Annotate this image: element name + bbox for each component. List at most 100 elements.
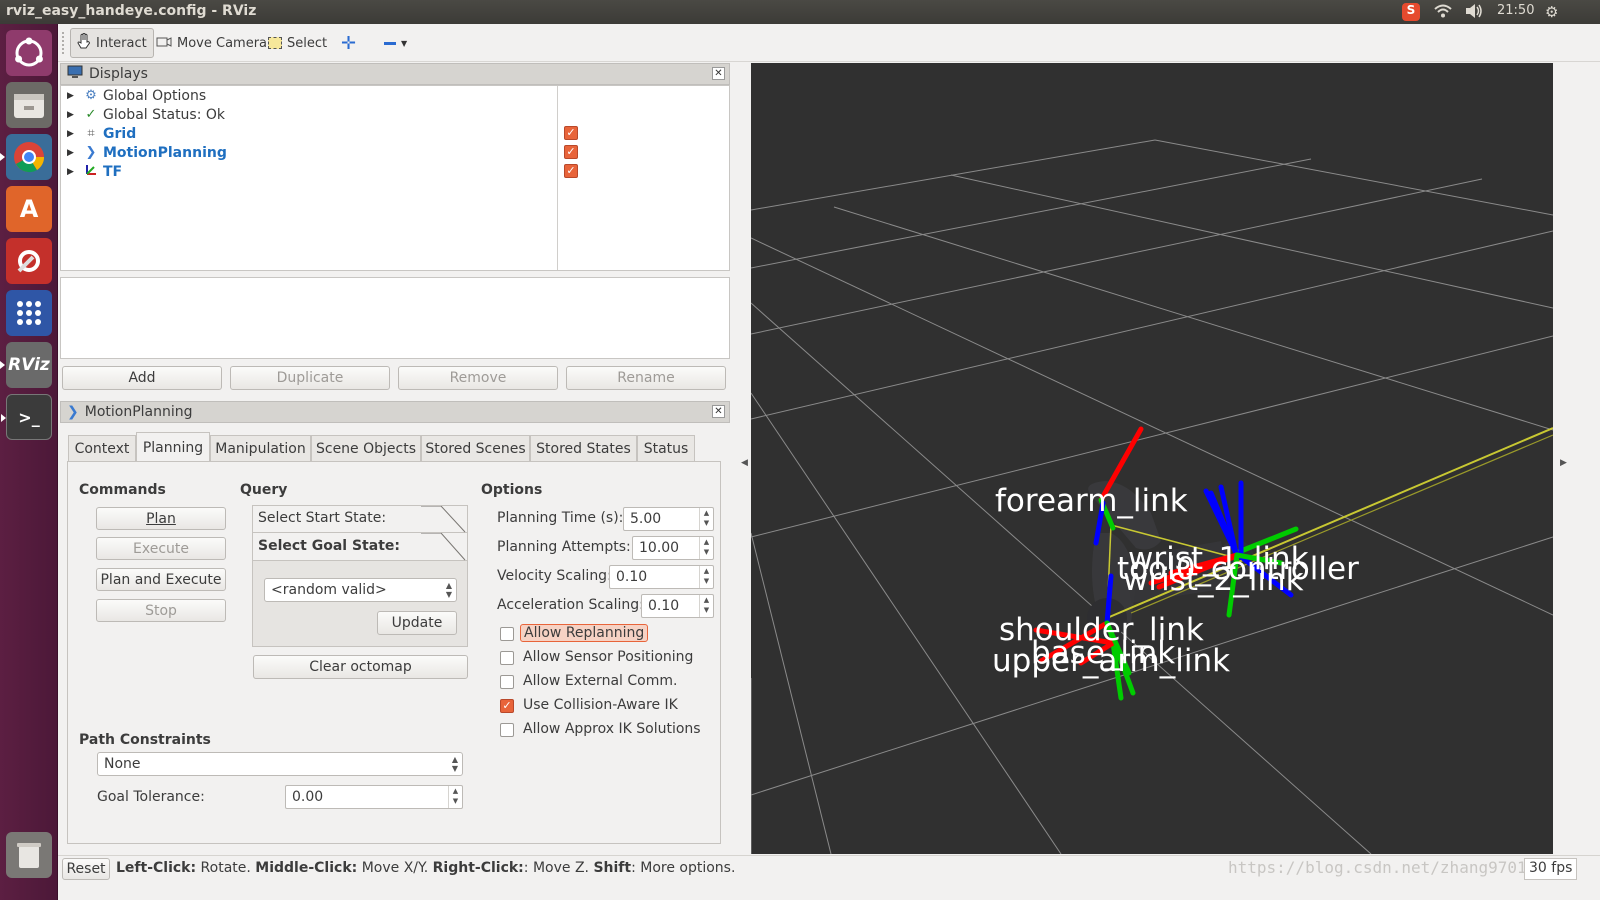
ubuntu-home-icon[interactable]: [6, 30, 52, 76]
reset-button[interactable]: Reset: [62, 858, 110, 880]
goal-tolerance-value: 0.00: [292, 789, 324, 805]
approx-ik-checkbox[interactable]: [500, 723, 514, 737]
acceleration-scaling-input[interactable]: 0.10 ▲ ▼: [641, 594, 714, 618]
chrome-icon[interactable]: [0, 134, 52, 180]
spin-arrows-icon[interactable]: ▲ ▼: [448, 786, 462, 808]
allow-external-comm-checkbox[interactable]: [500, 675, 514, 689]
select-box-icon: [268, 37, 282, 49]
allow-replanning-label[interactable]: Allow Replanning: [520, 624, 649, 642]
tree-item-global-status[interactable]: ▶ ✓ Global Status: Ok: [61, 105, 225, 124]
hint-key: Shift: [593, 860, 632, 876]
frame-label-forearm: forearm_link: [995, 483, 1188, 519]
start-state-label: Select Start State:: [258, 510, 387, 526]
robot-model: [1087, 427, 1553, 638]
spin-arrows-icon[interactable]: ▲ ▼: [699, 508, 713, 530]
path-constraints-select[interactable]: None ▲ ▼: [97, 752, 463, 776]
trash-icon[interactable]: [6, 832, 52, 878]
expand-arrow-icon[interactable]: ▶: [67, 167, 77, 177]
allow-external-comm-label[interactable]: Allow External Comm.: [523, 673, 677, 689]
grid-enabled-checkbox[interactable]: ✓: [564, 126, 578, 140]
expand-arrow-icon[interactable]: ▶: [67, 129, 77, 139]
collision-aware-ik-checkbox[interactable]: ✓: [500, 699, 514, 713]
tab-status[interactable]: Status: [637, 435, 695, 461]
tab-stored-scenes[interactable]: Stored Scenes: [421, 435, 530, 461]
expand-arrow-icon[interactable]: ▶: [67, 91, 77, 101]
tf-enabled-checkbox[interactable]: ✓: [564, 164, 578, 178]
minus-icon: [384, 41, 396, 45]
goal-state-select[interactable]: <random valid> ▲ ▼: [264, 578, 457, 602]
goal-tolerance-input[interactable]: 0.00 ▲ ▼: [285, 785, 463, 809]
apps-grid-icon[interactable]: [6, 290, 52, 336]
grid-icon: ⌗: [87, 126, 95, 141]
start-state-header[interactable]: Select Start State:: [253, 506, 467, 533]
files-icon[interactable]: [6, 82, 52, 128]
updown-arrows-icon: ▲ ▼: [451, 755, 458, 773]
rviz-icon[interactable]: RViz: [0, 342, 52, 388]
add-button[interactable]: Add: [62, 366, 222, 390]
settings-icon[interactable]: [6, 238, 52, 284]
collapse-right-icon[interactable]: ▶: [1560, 458, 1567, 468]
remove-button[interactable]: Remove: [398, 366, 558, 390]
duplicate-button[interactable]: Duplicate: [230, 366, 390, 390]
motion-planning-icon: ❯: [85, 145, 97, 160]
tab-manipulation[interactable]: Manipulation: [210, 435, 311, 461]
terminal-icon[interactable]: >_: [1, 394, 52, 440]
stop-button[interactable]: Stop: [96, 599, 226, 622]
hint-key: Middle-Click:: [255, 860, 358, 876]
tab-stored-states[interactable]: Stored States: [530, 435, 637, 461]
plan-and-execute-button[interactable]: Plan and Execute: [96, 568, 226, 591]
tree-item-tf[interactable]: ▶ TF: [61, 162, 122, 181]
clear-octomap-button[interactable]: Clear octomap: [253, 655, 468, 679]
toolbar-handle[interactable]: [62, 32, 65, 54]
tab-context[interactable]: Context: [68, 435, 136, 461]
velocity-scaling-input[interactable]: 0.10 ▲ ▼: [609, 565, 714, 589]
tree-item-grid[interactable]: ▶ ⌗ Grid: [61, 124, 136, 143]
window-title: rviz_easy_handeye.config - RViz: [6, 3, 257, 19]
select-tool[interactable]: Select: [262, 28, 333, 58]
goal-state-header[interactable]: Select Goal State:: [253, 533, 467, 561]
approx-ik-label[interactable]: Allow Approx IK Solutions: [523, 721, 701, 737]
execute-button[interactable]: Execute: [96, 537, 226, 560]
allow-replanning-checkbox[interactable]: [500, 627, 514, 641]
acceleration-scaling-label: Acceleration Scaling:: [497, 597, 644, 613]
remove-tool-button[interactable]: ▼: [378, 28, 413, 58]
close-icon[interactable]: ✕: [712, 67, 725, 80]
render-viewport[interactable]: forearm_link wrist_1_link wrist_2_link t…: [751, 63, 1553, 854]
move-camera-tool[interactable]: Move Camera: [150, 28, 273, 58]
planning-attempts-input[interactable]: 10.00 ▲ ▼: [632, 536, 714, 560]
planning-time-input[interactable]: 5.00 ▲ ▼: [623, 507, 714, 531]
motion-planning-enabled-checkbox[interactable]: ✓: [564, 145, 578, 159]
interact-tool[interactable]: Interact: [70, 28, 154, 58]
spin-arrows-icon[interactable]: ▲ ▼: [699, 595, 713, 617]
displays-title: Displays: [89, 66, 148, 82]
launcher: A RViz >_: [0, 24, 58, 900]
allow-sensor-positioning-label[interactable]: Allow Sensor Positioning: [523, 649, 693, 665]
software-center-icon[interactable]: A: [6, 186, 52, 232]
expand-arrow-icon[interactable]: ▶: [67, 110, 77, 120]
tree-item-global-options[interactable]: ▶ ⚙ Global Options: [61, 86, 206, 105]
close-icon[interactable]: ✕: [712, 405, 725, 418]
volume-icon[interactable]: [1464, 3, 1484, 23]
sogou-icon[interactable]: S: [1402, 3, 1420, 21]
tree-item-motion-planning[interactable]: ▶ ❯ MotionPlanning: [61, 143, 227, 162]
collapse-left-icon[interactable]: ◀: [741, 458, 748, 468]
spin-arrows-icon[interactable]: ▲ ▼: [699, 537, 713, 559]
add-tool-plus-icon[interactable]: ✛: [335, 28, 362, 58]
expand-arrow-icon[interactable]: ▶: [67, 148, 77, 158]
allow-sensor-positioning-checkbox[interactable]: [500, 651, 514, 665]
rename-button[interactable]: Rename: [566, 366, 726, 390]
tab-planning[interactable]: Planning: [136, 432, 210, 462]
wifi-icon[interactable]: [1433, 3, 1453, 23]
column-divider: [557, 86, 558, 270]
commands-heading: Commands: [79, 482, 166, 498]
collision-aware-ik-label[interactable]: Use Collision-Aware IK: [523, 697, 678, 713]
update-button[interactable]: Update: [377, 611, 457, 635]
tab-scene-objects[interactable]: Scene Objects: [311, 435, 421, 461]
spin-arrows-icon[interactable]: ▲ ▼: [699, 566, 713, 588]
hand-icon: [77, 32, 91, 53]
gear-icon[interactable]: ⚙: [1545, 3, 1558, 21]
plan-button[interactable]: Plan: [96, 507, 226, 530]
velocity-scaling-value: 0.10: [616, 569, 648, 585]
frame-labels: forearm_link wrist_1_link wrist_2_link t…: [992, 483, 1359, 679]
clock[interactable]: 21:50: [1497, 3, 1534, 18]
